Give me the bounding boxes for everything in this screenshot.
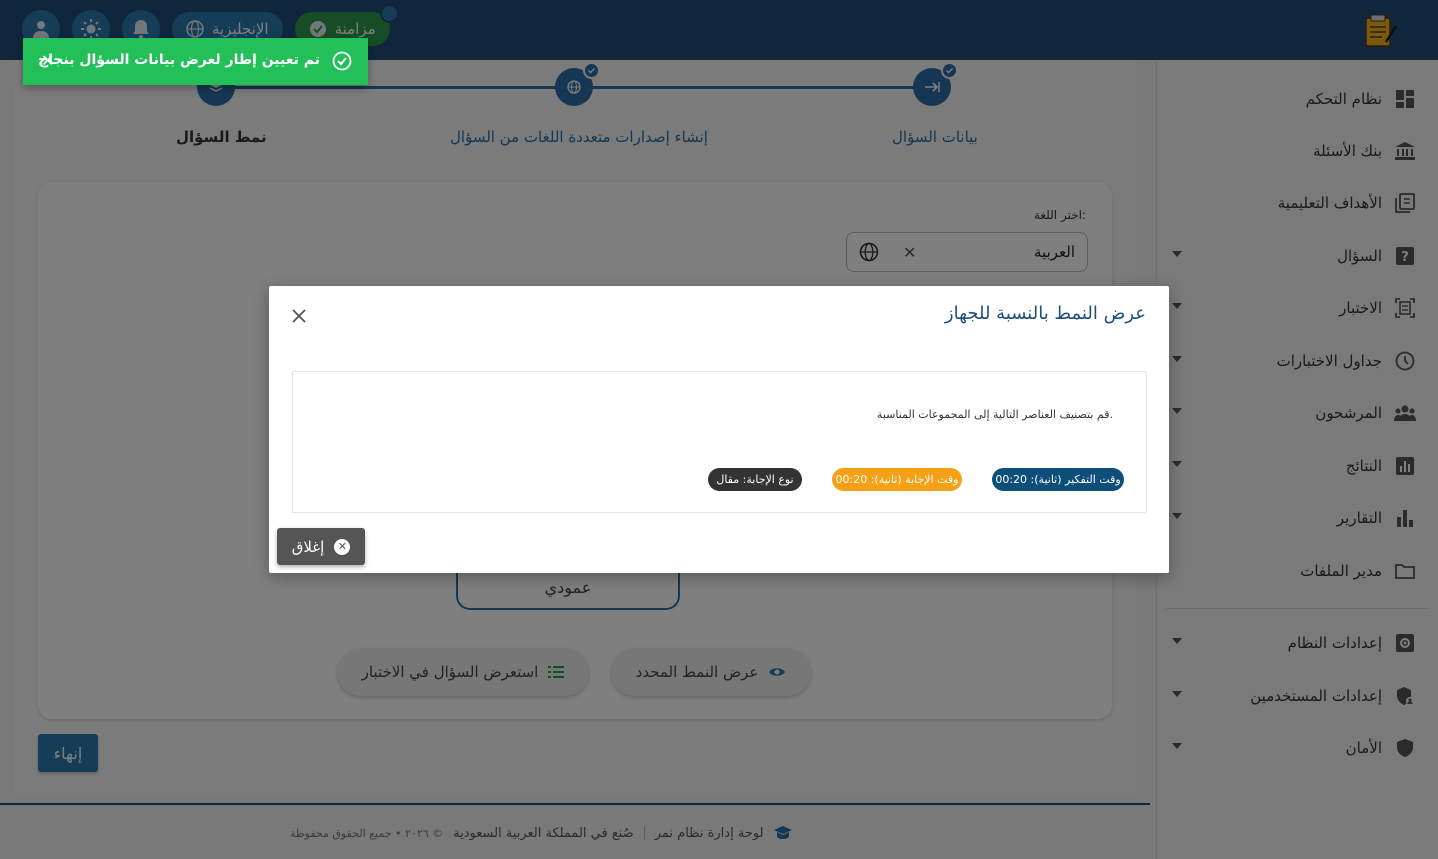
- close-circle-icon: ✕: [334, 538, 351, 555]
- think-time-badge: وقت التفكير (ثانية): 00:20: [992, 468, 1124, 491]
- close-dialog-button[interactable]: إغلاق ✕: [277, 528, 365, 565]
- toast-message: تم تعيين إطار لعرض بيانات السؤال بنجاح: [38, 52, 320, 68]
- check-circle-icon: [332, 51, 352, 75]
- close-dialog-label: إغلاق: [291, 537, 325, 556]
- answer-time-badge: وقت الإجابة (ثانية): 00:20: [832, 468, 962, 491]
- pattern-preview-frame: قم بتصنيف العناصر التالية إلى المجموعات …: [292, 371, 1147, 513]
- close-icon[interactable]: [289, 306, 309, 326]
- answer-type-badge: نوع الإجابة: مقال: [708, 468, 802, 491]
- success-toast: ✕ تم تعيين إطار لعرض بيانات السؤال بنجاح: [23, 38, 368, 85]
- dialog-title: عرض النمط بالنسبة للجهاز: [944, 303, 1146, 324]
- question-instruction: قم بتصنيف العناصر التالية إلى المجموعات …: [876, 408, 1113, 421]
- pattern-preview-dialog: عرض النمط بالنسبة للجهاز قم بتصنيف العنا…: [269, 286, 1169, 573]
